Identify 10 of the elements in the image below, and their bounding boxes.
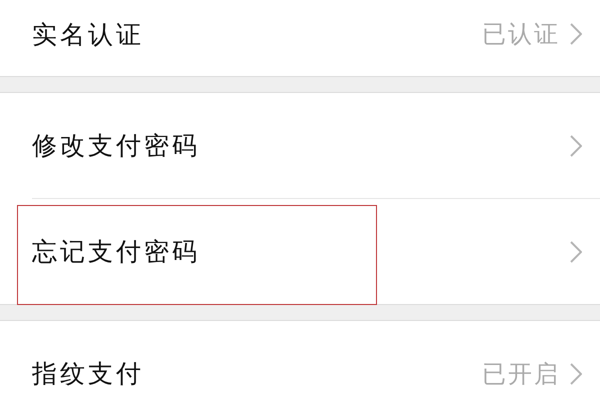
menu-item-label[interactable]: 修改支付密码 [32,129,570,162]
chevron-icon [570,134,582,156]
chevron-icon [570,240,582,262]
menu-item-label[interactable]: 忘记支付密码 [32,235,570,268]
chevron-icon [570,23,582,45]
status-text: 已开启 [482,358,560,390]
menu-item-label[interactable]: 实名认证 [32,18,482,50]
menu-item-label[interactable]: 指纹支付 [32,357,482,390]
chevron-icon [570,362,582,384]
status-text: 已认证 [482,19,560,50]
